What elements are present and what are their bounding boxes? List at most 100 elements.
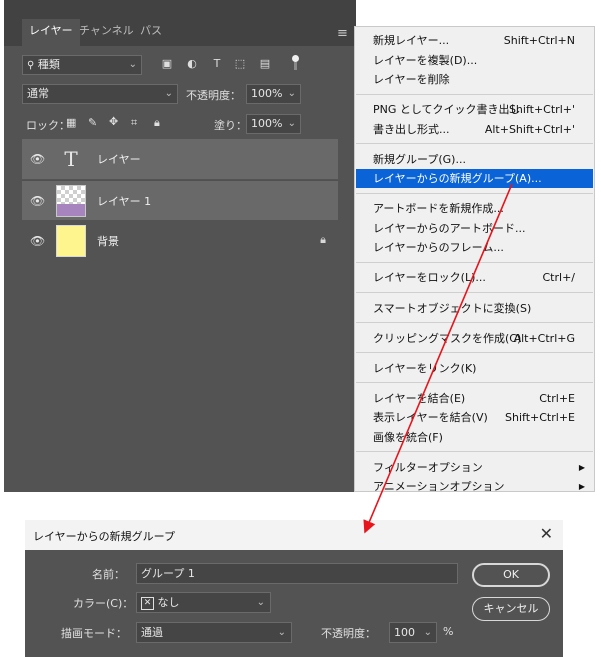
- menu-item[interactable]: レイヤーをリンク(K): [356, 359, 593, 378]
- menu-item-label: レイヤーからのアートボード...: [373, 221, 526, 235]
- menu-item-label: レイヤーをロック(L)...: [373, 271, 486, 285]
- chevron-down-icon: ⌄: [164, 88, 173, 99]
- chevron-down-icon: ⌄: [128, 59, 137, 70]
- menu-item[interactable]: 書き出し形式... Alt+Shift+Ctrl+': [356, 120, 593, 139]
- chevron-down-icon: ⌄: [423, 627, 432, 638]
- filter-kind-select[interactable]: ⚲ 種類 ⌄: [22, 55, 142, 75]
- menu-item-shortcut: Shift+Ctrl+': [508, 103, 575, 117]
- layer-row-pixel[interactable]: 👁︎ レイヤー 1: [22, 180, 338, 220]
- menu-item-label: 表示レイヤーを結合(V): [373, 411, 488, 425]
- lock-paint-icon[interactable]: ✎: [88, 116, 97, 129]
- menu-item-label: フィルターオプション: [373, 460, 483, 474]
- menu-item[interactable]: レイヤーからの新規グループ(A)...: [356, 169, 593, 189]
- menu-item[interactable]: アニメーションオプション ▶: [356, 477, 593, 496]
- menu-item[interactable]: レイヤーからのアートボード...: [356, 219, 593, 238]
- ok-button[interactable]: OK: [472, 563, 550, 587]
- lock-icon: 🔒︎: [320, 233, 326, 246]
- eye-icon[interactable]: 👁︎: [30, 152, 45, 166]
- menu-item-label: アニメーションオプション: [373, 480, 505, 494]
- dialog-body: 名前： グループ 1 カラー(C)： ✕ なし ⌄ 描画モード： 通過 ⌄ 不透…: [25, 550, 563, 657]
- menu-item-label: レイヤーを複製(D)...: [373, 53, 478, 67]
- menu-item[interactable]: レイヤーからのフレーム...: [356, 238, 593, 257]
- opacity-input[interactable]: 100% ⌄: [246, 84, 301, 104]
- menu-separator: [356, 143, 593, 145]
- blend-mode-value: 通常: [27, 87, 49, 100]
- shape-filter-icon[interactable]: ⬚: [233, 57, 247, 71]
- layer-context-menu: 新規レイヤー... Shift+Ctrl+N レイヤーを複製(D)... レイヤーを削…: [354, 26, 595, 493]
- menu-item-label: レイヤーをリンク(K): [373, 361, 477, 375]
- layers-panel: レイヤー チャンネル パス ≡ ⚲ 種類 ⌄ ▣ ◐ T ⬚ ▤ 通常 ⌄ 不透…: [4, 0, 356, 492]
- menu-item[interactable]: スマートオブジェクトに変換(S): [356, 299, 593, 318]
- new-group-dialog: レイヤーからの新規グループ ✕ 名前： グループ 1 カラー(C)： ✕ なし …: [25, 520, 563, 657]
- menu-item[interactable]: レイヤーを結合(E) Ctrl+E: [356, 389, 593, 408]
- lock-all-icon[interactable]: 🔒︎: [154, 116, 160, 130]
- menu-item-label: 新規グループ(G)...: [373, 152, 466, 166]
- menu-item-shortcut: Shift+Ctrl+N: [503, 34, 575, 47]
- eye-icon[interactable]: 👁︎: [30, 234, 45, 248]
- no-color-icon: ✕: [141, 596, 154, 610]
- opacity-input[interactable]: 100 ⌄: [389, 622, 437, 643]
- menu-item[interactable]: レイヤーを複製(D)...: [356, 51, 593, 70]
- menu-item[interactable]: 新規グループ(G)...: [356, 150, 593, 169]
- filter-toggle-icon[interactable]: [292, 55, 299, 71]
- layer-thumbnail: [56, 185, 86, 217]
- panel-tab-bar: レイヤー チャンネル パス ≡: [4, 0, 356, 46]
- menu-item-label: 書き出し形式...: [373, 122, 450, 136]
- menu-item[interactable]: アートボードを新規作成...: [356, 199, 593, 218]
- tab-channels[interactable]: チャンネル: [72, 19, 141, 43]
- menu-separator: [356, 451, 593, 453]
- menu-item-shortcut: Shift+Ctrl+E: [505, 411, 575, 425]
- fill-label: 塗り：: [214, 119, 247, 132]
- menu-item[interactable]: 表示レイヤーを結合(V) Shift+Ctrl+E: [356, 408, 593, 427]
- color-select[interactable]: ✕ なし ⌄: [136, 592, 271, 613]
- adjustment-filter-icon[interactable]: ◐: [185, 57, 199, 71]
- menu-item-shortcut: Ctrl+/: [542, 271, 576, 285]
- menu-item[interactable]: 画像を統合(F): [356, 428, 593, 447]
- color-label: カラー(C)：: [73, 597, 134, 610]
- menu-item-label: アートボードを新規作成...: [373, 202, 504, 216]
- menu-item-label: 新規レイヤー...: [373, 34, 450, 47]
- menu-item-label: レイヤーを削除: [373, 73, 450, 86]
- search-icon: ⚲: [27, 60, 35, 71]
- submenu-arrow-icon: ▶: [578, 482, 585, 492]
- menu-item[interactable]: 新規レイヤー... Shift+Ctrl+N: [356, 31, 593, 50]
- layer-row-text[interactable]: 👁︎ T レイヤー: [22, 139, 338, 179]
- menu-separator: [356, 382, 593, 384]
- lock-artboard-icon[interactable]: ⌗: [131, 116, 137, 130]
- menu-separator: [356, 291, 593, 293]
- name-label: 名前：: [92, 568, 125, 581]
- layer-row-background[interactable]: 👁︎ 背景 🔒︎: [22, 221, 338, 261]
- layer-name: レイヤー 1: [97, 195, 152, 208]
- hamburger-icon[interactable]: ≡: [337, 26, 348, 41]
- menu-item[interactable]: レイヤーを削除: [356, 70, 593, 89]
- eye-icon[interactable]: 👁︎: [30, 194, 45, 208]
- blend-mode-select[interactable]: 通過 ⌄: [136, 622, 292, 643]
- menu-item-label: レイヤーからのフレーム...: [373, 241, 504, 255]
- lock-position-icon[interactable]: ✥: [109, 115, 118, 128]
- menu-item-shortcut: Alt+Ctrl+G: [513, 331, 575, 345]
- chevron-down-icon: ⌄: [287, 118, 296, 129]
- close-icon[interactable]: ✕: [540, 524, 553, 543]
- menu-item-label: レイヤーを結合(E): [373, 391, 466, 405]
- fill-input[interactable]: 100% ⌄: [246, 114, 301, 134]
- layer-name: レイヤー: [97, 153, 141, 166]
- menu-item[interactable]: フィルターオプション ▶: [356, 458, 593, 477]
- type-filter-icon[interactable]: T: [210, 57, 224, 71]
- text-layer-icon: T: [64, 147, 78, 171]
- blend-mode-select[interactable]: 通常 ⌄: [22, 84, 178, 104]
- submenu-arrow-icon: ▶: [578, 462, 585, 472]
- pixel-filter-icon[interactable]: ▣: [160, 57, 174, 71]
- lock-transparent-icon[interactable]: ▦: [66, 116, 76, 129]
- menu-separator: [356, 261, 593, 263]
- menu-item[interactable]: クリッピングマスクを作成(C) Alt+Ctrl+G: [356, 329, 593, 348]
- menu-item[interactable]: PNG としてクイック書き出し Shift+Ctrl+': [356, 100, 593, 119]
- menu-item-label: PNG としてクイック書き出し: [373, 103, 521, 117]
- blend-mode-label: 描画モード：: [61, 627, 127, 640]
- opacity-value: 100%: [251, 87, 283, 100]
- chevron-down-icon: ⌄: [287, 88, 296, 99]
- menu-item[interactable]: レイヤーをロック(L)... Ctrl+/: [356, 268, 593, 287]
- smart-object-filter-icon[interactable]: ▤: [258, 57, 272, 71]
- cancel-button[interactable]: キャンセル: [472, 597, 550, 621]
- name-input[interactable]: グループ 1: [136, 563, 458, 584]
- tab-paths[interactable]: パス: [133, 19, 169, 43]
